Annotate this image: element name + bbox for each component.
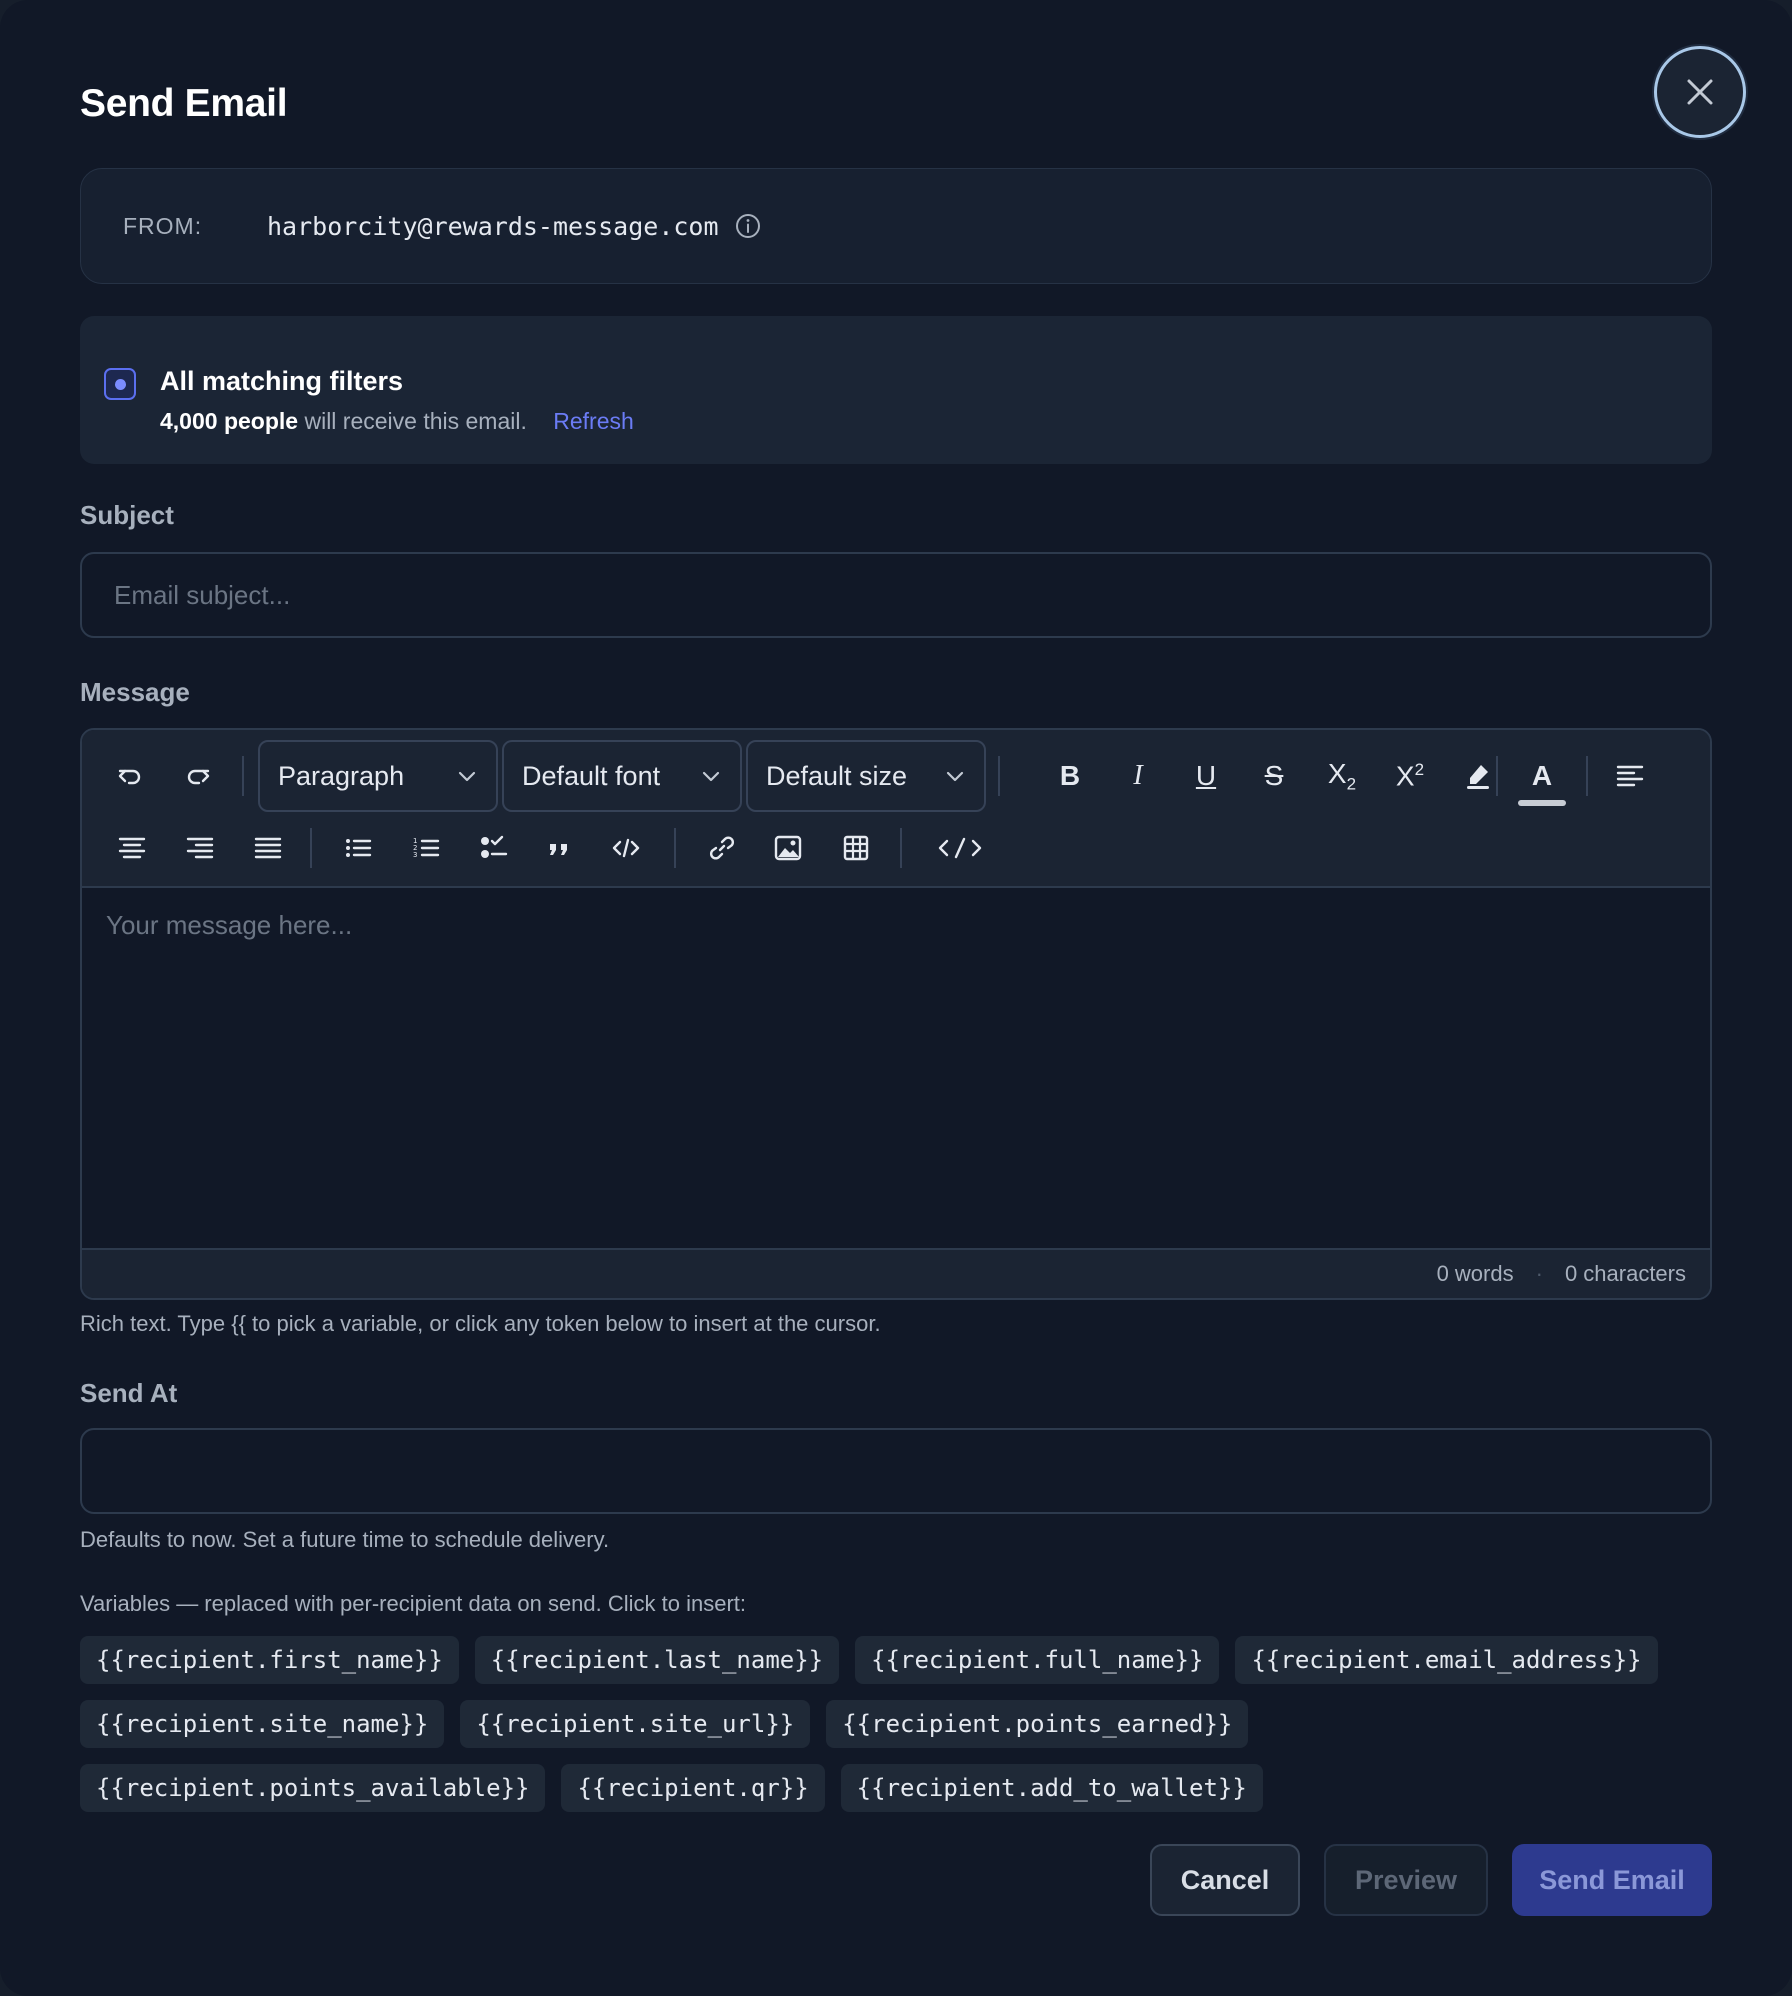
variable-token[interactable]: {{recipient.points_earned}} [826, 1700, 1249, 1748]
message-label: Message [80, 677, 190, 707]
table-icon[interactable] [828, 820, 884, 876]
ordered-list-icon[interactable]: 123 [398, 820, 454, 876]
font-family-select[interactable]: Default font [502, 740, 742, 812]
variable-token[interactable]: {{recipient.email_address}} [1235, 1636, 1658, 1684]
rich-text-editor: Paragraph Default font Default size B I … [80, 728, 1712, 1300]
font-family-value: Default font [522, 760, 661, 791]
count-separator: · [1535, 1261, 1543, 1286]
x-icon [1687, 79, 1713, 105]
block-style-value: Paragraph [278, 760, 405, 791]
text-color-indicator [1518, 800, 1566, 806]
task-list-icon[interactable] [466, 820, 522, 876]
strikethrough-icon[interactable]: S [1246, 748, 1302, 804]
chevron-down-icon [702, 771, 720, 782]
recipient-option-label: All matching filters [160, 366, 404, 396]
message-body[interactable]: Your message here... [82, 888, 1710, 1250]
subject-input[interactable] [80, 552, 1712, 638]
variables-intro: Variables — replaced with per-recipient … [80, 1591, 747, 1616]
send-email-button[interactable]: Send Email [1512, 1844, 1712, 1916]
code-icon[interactable] [598, 820, 654, 876]
send-at-input[interactable] [80, 1428, 1712, 1514]
image-icon[interactable] [760, 820, 816, 876]
align-right-icon[interactable] [172, 820, 228, 876]
character-count: 0 characters [1564, 1261, 1686, 1286]
redo-icon[interactable] [170, 748, 226, 804]
variable-token[interactable]: {{recipient.add_to_wallet}} [840, 1764, 1263, 1812]
from-label: FROM: [123, 212, 203, 239]
message-help-text: Rich text. Type {{ to pick a variable, o… [80, 1311, 881, 1336]
svg-text:3: 3 [413, 851, 417, 859]
block-style-select[interactable]: Paragraph [258, 740, 498, 812]
variable-token[interactable]: {{recipient.last_name}} [474, 1636, 840, 1684]
superscript-icon[interactable]: X2 [1382, 748, 1438, 804]
refresh-link[interactable]: Refresh [553, 408, 634, 434]
variable-token[interactable]: {{recipient.qr}} [561, 1764, 825, 1812]
editor-toolbar: Paragraph Default font Default size B I … [82, 730, 1710, 888]
editor-footer: 0 words · 0 characters [82, 1248, 1710, 1298]
subject-label: Subject [80, 500, 174, 530]
align-left-icon[interactable] [1602, 748, 1658, 804]
send-at-label: Send At [80, 1378, 178, 1408]
html-source-icon[interactable] [924, 820, 996, 876]
word-count: 0 words [1436, 1261, 1514, 1286]
italic-icon[interactable]: I [1110, 748, 1166, 804]
recipient-count-text: 4,000 people will receive this email. Re… [160, 408, 634, 435]
variable-token[interactable]: {{recipient.points_available}} [80, 1764, 546, 1812]
recipient-suffix: will receive this email. [304, 408, 527, 434]
variable-token[interactable]: {{recipient.first_name}} [80, 1636, 459, 1684]
cancel-button[interactable]: Cancel [1150, 1844, 1300, 1916]
from-field: FROM: harborcity@rewards-message.com [80, 168, 1712, 284]
message-placeholder: Your message here... [106, 910, 353, 940]
text-color-icon[interactable]: A [1514, 748, 1570, 804]
bold-icon[interactable]: B [1042, 748, 1098, 804]
subscript-icon[interactable]: X2 [1314, 748, 1370, 804]
preview-button[interactable]: Preview [1324, 1844, 1488, 1916]
undo-icon[interactable] [102, 748, 158, 804]
variable-token[interactable]: {{recipient.site_url}} [460, 1700, 811, 1748]
bullet-list-icon[interactable] [330, 820, 386, 876]
modal-title: Send Email [80, 82, 288, 125]
underline-icon[interactable]: U [1178, 748, 1234, 804]
from-address: harborcity@rewards-message.com [267, 211, 719, 241]
recipient-radio[interactable] [104, 368, 136, 400]
close-button[interactable] [1654, 46, 1746, 138]
blockquote-icon[interactable] [532, 820, 588, 876]
variable-token[interactable]: {{recipient.full_name}} [855, 1636, 1220, 1684]
font-size-value: Default size [766, 760, 908, 791]
variable-token[interactable]: {{recipient.site_name}} [80, 1700, 445, 1748]
chevron-down-icon [458, 771, 476, 782]
align-justify-icon[interactable] [240, 820, 296, 876]
recipient-count: 4,000 people [160, 408, 299, 434]
send-email-modal: Send Email FROM: harborcity@rewards-mess… [0, 0, 1792, 1996]
align-center-icon[interactable] [104, 820, 160, 876]
chevron-down-icon [946, 771, 964, 782]
link-icon[interactable] [694, 820, 750, 876]
send-at-help-text: Defaults to now. Set a future time to sc… [80, 1527, 610, 1552]
recipient-option[interactable]: All matching filters 4,000 people will r… [80, 316, 1712, 464]
font-size-select[interactable]: Default size [746, 740, 986, 812]
variable-tokens: {{recipient.first_name}} {{recipient.las… [80, 1636, 1720, 1828]
info-circle-icon[interactable] [735, 213, 761, 239]
